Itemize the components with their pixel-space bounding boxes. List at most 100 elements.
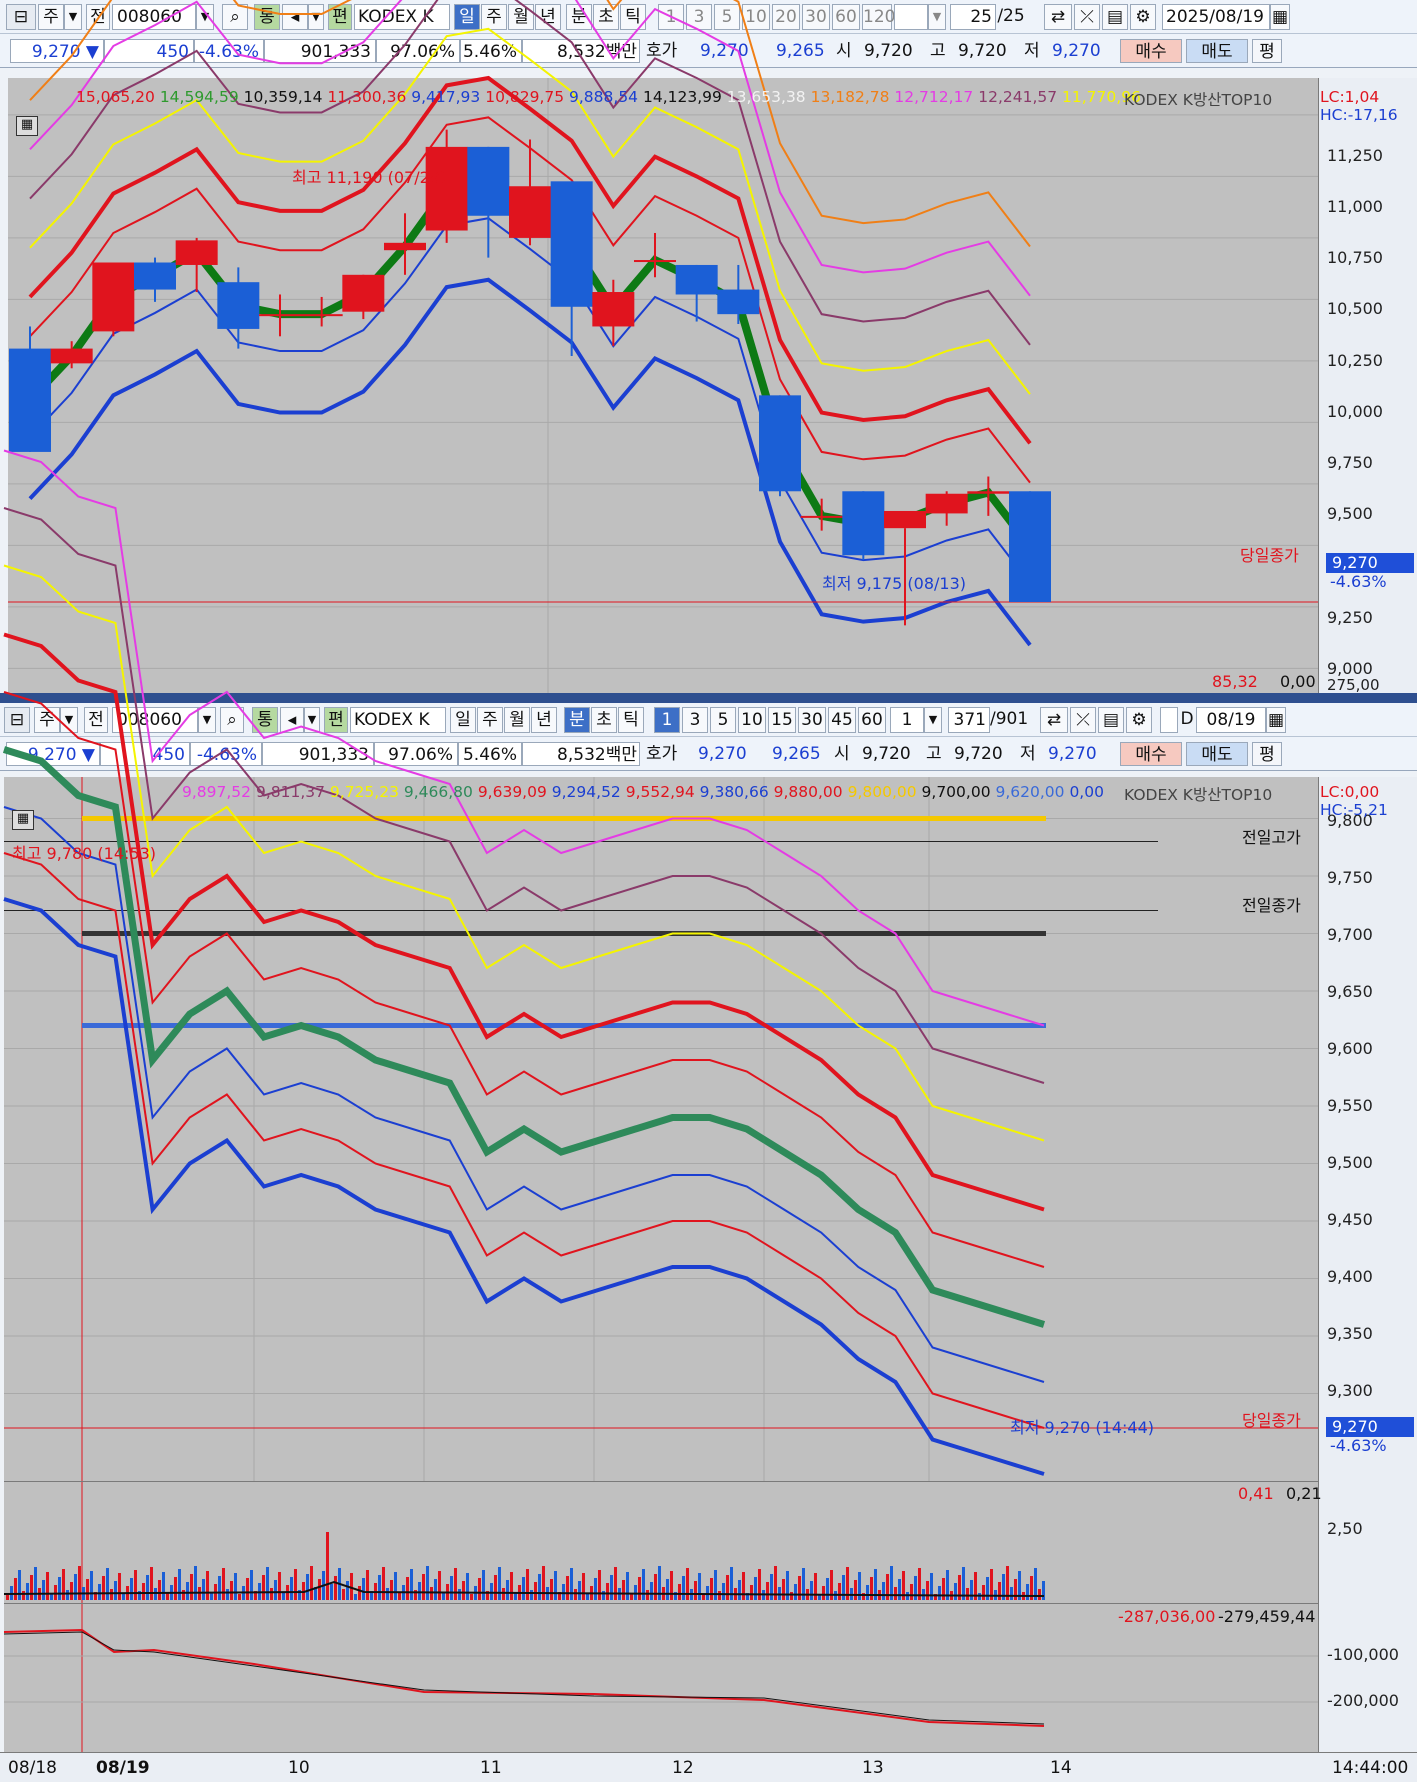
interval-15[interactable]: 15 xyxy=(768,707,796,733)
tab-week[interactable]: 주 xyxy=(481,4,507,30)
volume-bar xyxy=(458,1589,461,1600)
period-select[interactable]: 주 xyxy=(38,4,64,30)
volume-bar xyxy=(158,1580,161,1600)
daily-chart-area[interactable] xyxy=(8,0,1326,693)
interval-45[interactable]: 45 xyxy=(828,707,856,733)
chevron-down-icon[interactable]: ▼ xyxy=(924,707,942,733)
search-icon[interactable]: ⌕ xyxy=(222,4,248,30)
name-field[interactable]: KODEX K방산 xyxy=(354,4,450,30)
interval-30[interactable]: 30 xyxy=(798,707,826,733)
volume-bar xyxy=(542,1566,545,1600)
tab-week[interactable]: 주 xyxy=(477,707,503,733)
volume-bar xyxy=(966,1588,969,1600)
tab-second[interactable]: 초 xyxy=(591,707,617,733)
high-label: 고 xyxy=(926,744,942,764)
calendar-icon[interactable]: ▦ xyxy=(1270,4,1290,30)
tong-button[interactable]: 통 xyxy=(254,4,280,30)
tab-month[interactable]: 월 xyxy=(508,4,534,30)
interval-1[interactable]: 1 xyxy=(654,707,680,733)
volume-bar xyxy=(754,1577,757,1600)
d-checkbox[interactable] xyxy=(1160,707,1178,733)
calendar-icon[interactable]: ▦ xyxy=(1266,707,1286,733)
interval-30[interactable]: 30 xyxy=(802,4,830,30)
gear-icon[interactable]: ⚙ xyxy=(1126,707,1152,733)
volume-bar xyxy=(694,1581,697,1600)
grid-icon[interactable]: ▦ xyxy=(12,810,34,830)
legend-value: 9,294,52 xyxy=(551,783,626,801)
volume-bar xyxy=(482,1570,485,1600)
volume-bar xyxy=(186,1582,189,1600)
volume-bar xyxy=(202,1579,205,1600)
speaker-icon[interactable]: ◂ xyxy=(282,4,308,30)
y-tick: 9,300 xyxy=(1327,1381,1373,1400)
pyeon-button[interactable]: 편 xyxy=(324,707,348,733)
interval-120[interactable]: 120 xyxy=(862,4,895,30)
volume-bar xyxy=(262,1575,265,1600)
save-icon[interactable]: ▤ xyxy=(1102,4,1128,30)
crosshair-icon[interactable]: ⤫ xyxy=(1074,4,1100,30)
compare-icon[interactable]: ⇄ xyxy=(1044,4,1072,30)
trade-amount: 8,532백만 xyxy=(522,39,640,63)
layout-icon[interactable]: ⊟ xyxy=(6,4,36,30)
tab-day[interactable]: 일 xyxy=(450,707,476,733)
gear-icon[interactable]: ⚙ xyxy=(1130,4,1156,30)
flow-axis: -100,000 -200,000 xyxy=(1318,1603,1417,1752)
volume-bar xyxy=(790,1592,793,1600)
interval-20[interactable]: 20 xyxy=(772,4,800,30)
interval-input[interactable] xyxy=(894,4,928,30)
chevron-down-icon[interactable]: ▼ xyxy=(196,4,214,30)
tab-day[interactable]: 일 xyxy=(454,4,480,30)
volume-bar xyxy=(626,1572,629,1600)
hoga-label: 호가 xyxy=(646,744,678,764)
tab-tick[interactable]: 틱 xyxy=(618,707,644,733)
volume-bar xyxy=(678,1584,681,1600)
interval-5[interactable]: 5 xyxy=(714,4,740,30)
date-input[interactable]: 2025/08/19 xyxy=(1162,4,1270,30)
buy-button[interactable]: 매수 xyxy=(1120,39,1182,63)
date-input[interactable]: 08/19 xyxy=(1196,707,1266,733)
tab-minute[interactable]: 분 xyxy=(564,707,590,733)
volume-bar xyxy=(422,1574,425,1600)
compare-icon[interactable]: ⇄ xyxy=(1040,707,1068,733)
layout-icon[interactable]: ⊟ xyxy=(4,707,30,733)
minute-title: KODEX K방산TOP10 xyxy=(1124,786,1273,804)
tab-tick[interactable]: 틱 xyxy=(620,4,646,30)
interval-3[interactable]: 3 xyxy=(682,707,708,733)
legend-value: 13,182,78 xyxy=(810,88,895,106)
interval-60[interactable]: 60 xyxy=(832,4,860,30)
prev-button[interactable]: 전 xyxy=(84,707,108,733)
grid-icon[interactable]: ▦ xyxy=(16,116,38,136)
chevron-down-icon[interactable]: ▼ xyxy=(198,707,216,733)
chevron-down-icon[interactable]: ▼ xyxy=(308,4,324,30)
interval-10[interactable]: 10 xyxy=(738,707,766,733)
minute-high-note: 최고 9,780 (14:53) xyxy=(12,844,157,863)
volume-bar xyxy=(658,1566,661,1600)
tab-month[interactable]: 월 xyxy=(504,707,530,733)
search-icon[interactable]: ⌕ xyxy=(220,707,244,733)
chevron-down-icon[interactable]: ▼ xyxy=(64,4,82,30)
pyeong-button[interactable]: 평 xyxy=(1252,742,1282,766)
sell-button[interactable]: 매도 xyxy=(1186,39,1248,63)
buy-button[interactable]: 매수 xyxy=(1120,742,1182,766)
interval-60[interactable]: 60 xyxy=(858,707,886,733)
volume-bar xyxy=(134,1570,137,1600)
period-select[interactable]: 주 xyxy=(34,707,60,733)
volume-bar xyxy=(842,1575,845,1600)
pyeong-button[interactable]: 평 xyxy=(1252,39,1282,63)
count-input[interactable]: 25 xyxy=(950,4,996,30)
volume-bar xyxy=(758,1569,761,1600)
volume-panel[interactable] xyxy=(3,1481,1318,1604)
name-field[interactable]: KODEX K방산 xyxy=(350,707,446,733)
tab-year[interactable]: 년 xyxy=(531,707,557,733)
pyeon-button[interactable]: 편 xyxy=(328,4,352,30)
chevron-down-icon[interactable]: ▼ xyxy=(928,4,946,30)
volume-bar xyxy=(1010,1587,1013,1600)
interval-input[interactable]: 1 xyxy=(890,707,924,733)
sell-button[interactable]: 매도 xyxy=(1186,742,1248,766)
count-input[interactable]: 371 xyxy=(948,707,990,733)
interval-5[interactable]: 5 xyxy=(710,707,736,733)
volume-bar xyxy=(714,1570,717,1600)
crosshair-icon[interactable]: ⤫ xyxy=(1070,707,1096,733)
save-icon[interactable]: ▤ xyxy=(1098,707,1124,733)
minute-chart-area[interactable] xyxy=(2,449,1318,1481)
